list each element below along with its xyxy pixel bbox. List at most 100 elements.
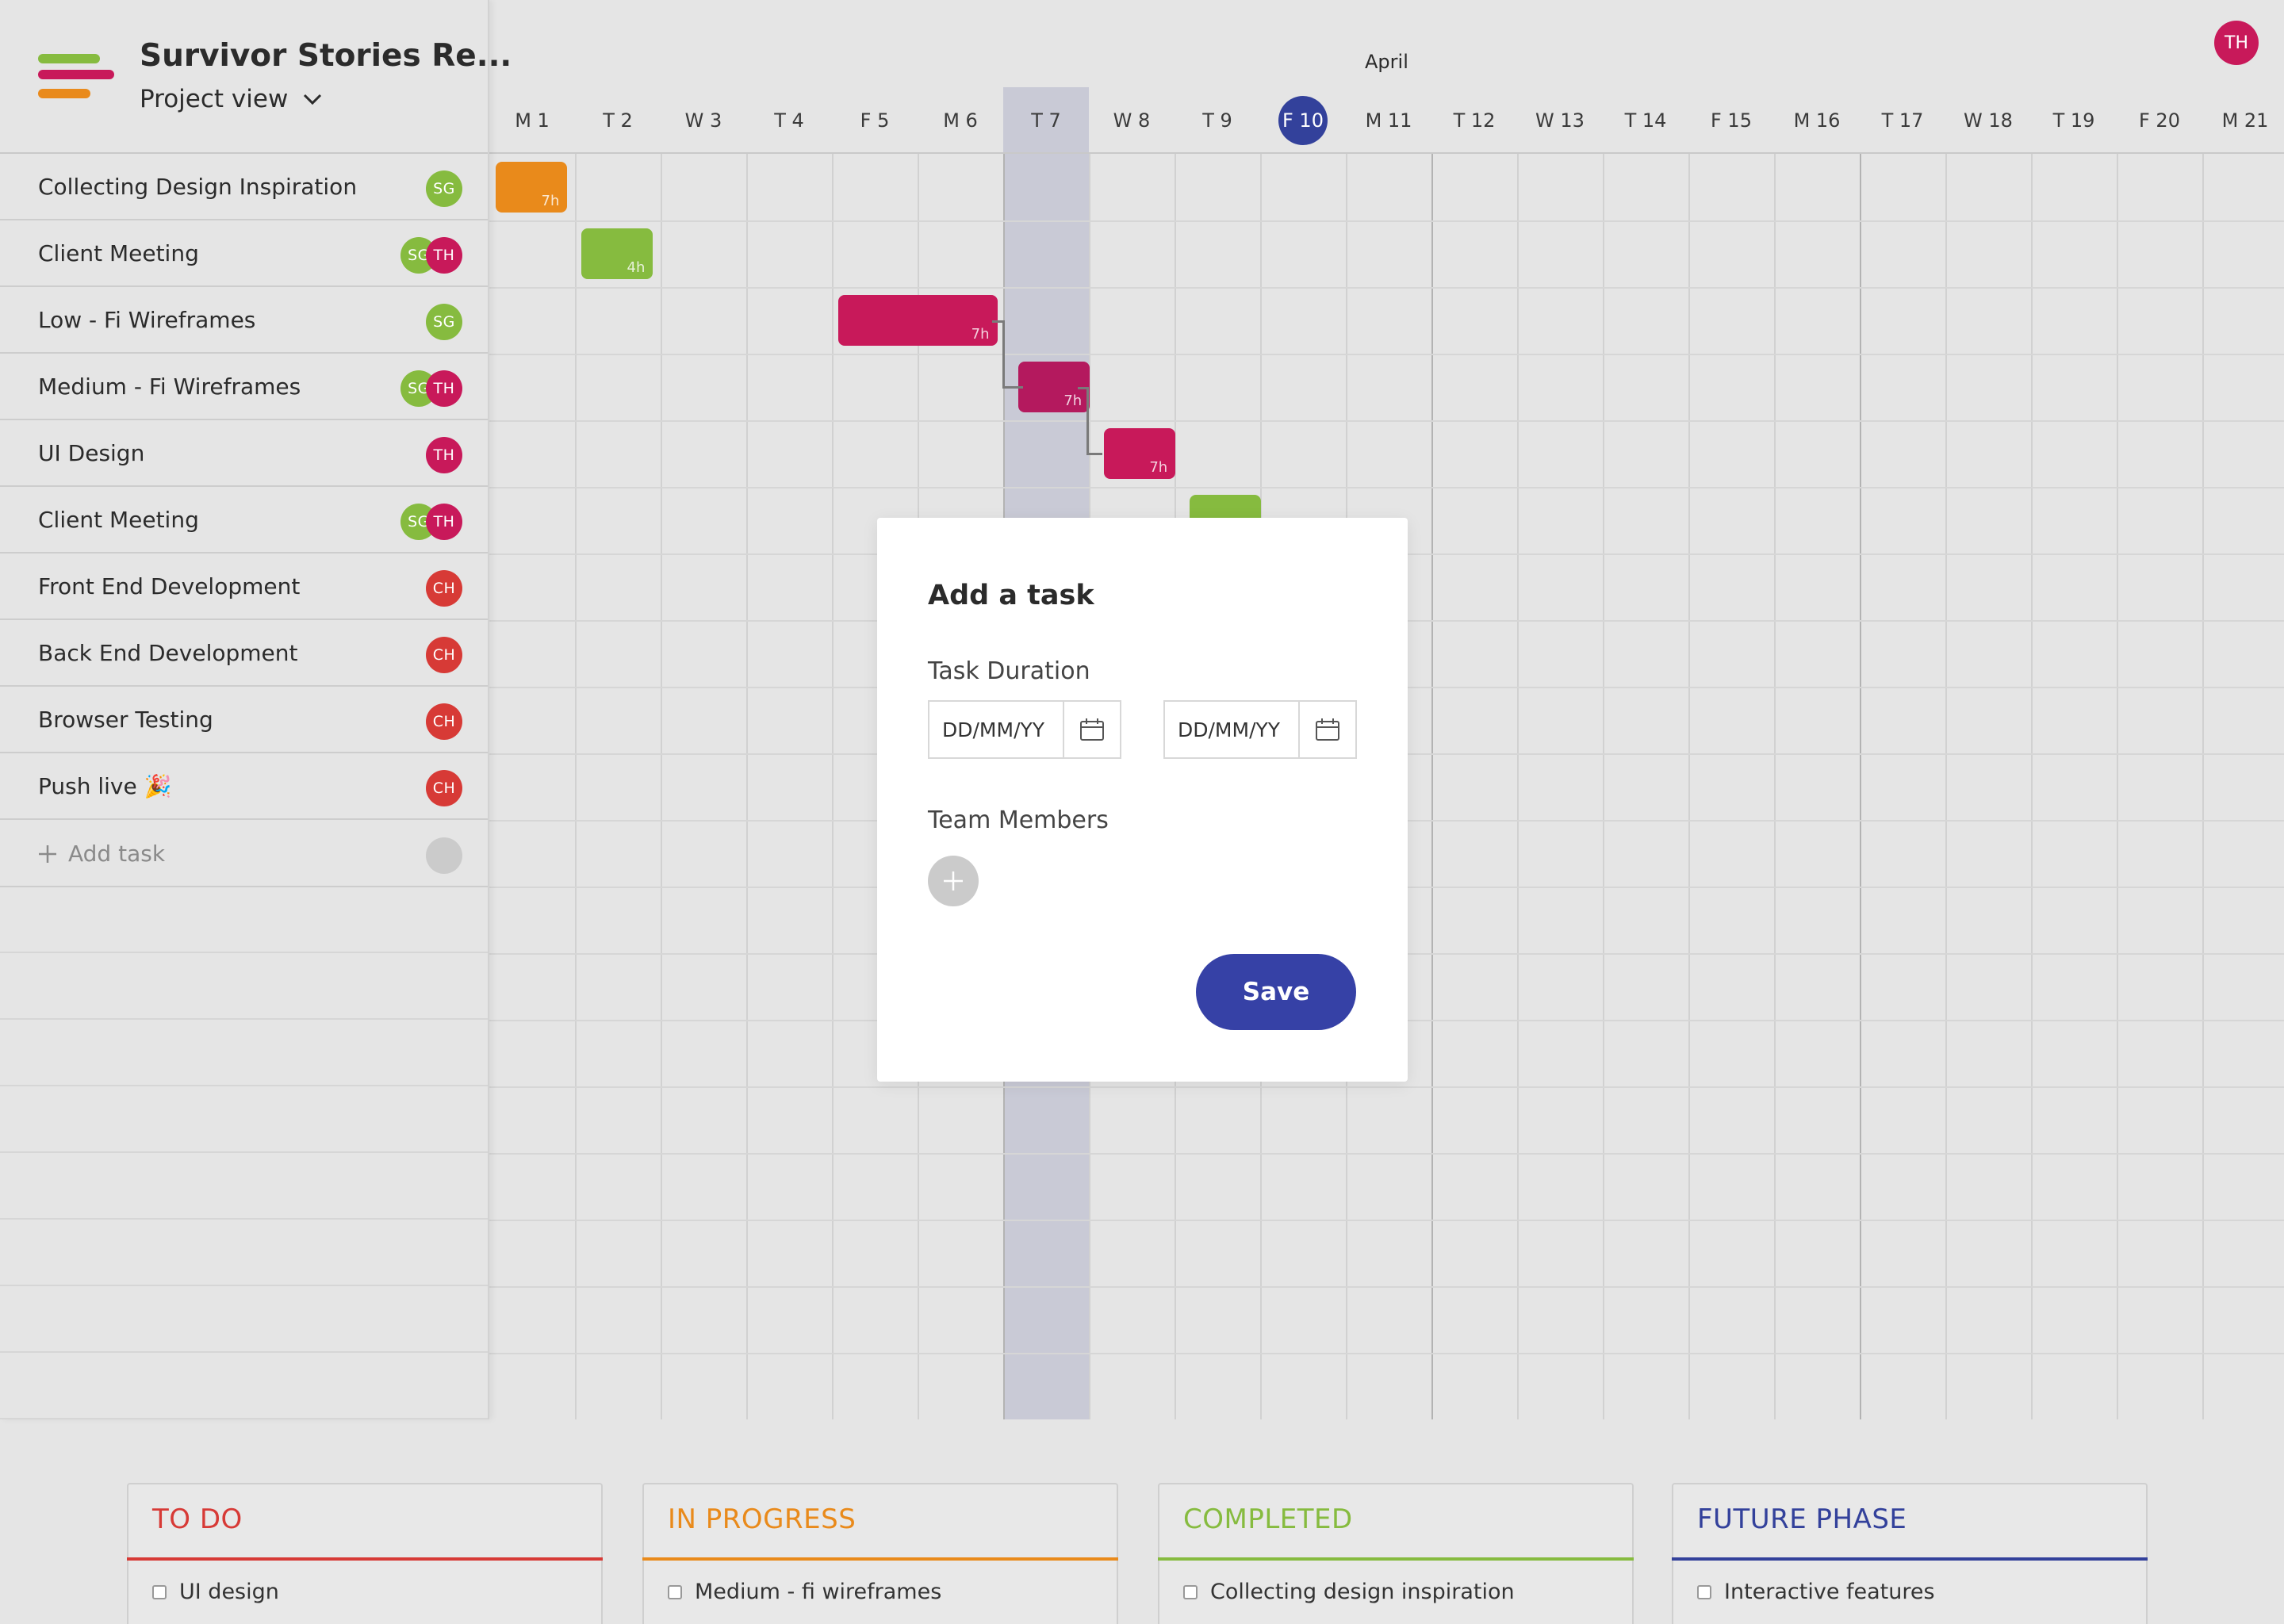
project-view-dropdown[interactable]: Project view: [140, 85, 323, 113]
end-date-calendar-button[interactable]: [1298, 702, 1355, 757]
save-button[interactable]: Save: [1196, 954, 1356, 1030]
task-bar[interactable]: 7h: [496, 162, 568, 213]
day-label[interactable]: F 20: [2117, 87, 2202, 154]
assignee-avatar[interactable]: TH: [426, 504, 462, 540]
day-gridline: [575, 154, 577, 1419]
project-view-label: Project view: [140, 85, 289, 113]
task-row[interactable]: Push live 🎉 CH: [0, 753, 488, 820]
task-sidebar: Survivor Stories Re... Project view Coll…: [0, 0, 512, 1419]
add-task-button[interactable]: Add task: [38, 821, 165, 887]
project-header: Survivor Stories Re... Project view: [0, 0, 512, 154]
task-row[interactable]: Low - Fi Wireframes SG: [0, 287, 488, 354]
board-item[interactable]: Interactive features: [1697, 1580, 1935, 1604]
task-bar[interactable]: 7h: [1103, 428, 1176, 479]
board-item-label: UI design: [179, 1580, 279, 1604]
modal-title: Add a task: [928, 580, 1094, 611]
task-assignees: TH: [426, 437, 462, 473]
assignee-avatar[interactable]: CH: [426, 703, 462, 740]
item-checkbox[interactable]: [152, 1584, 167, 1599]
column-title: COMPLETED: [1183, 1503, 1353, 1535]
day-label[interactable]: W 13: [1517, 87, 1603, 154]
task-row[interactable]: Browser Testing CH: [0, 687, 488, 753]
board-item[interactable]: Collecting design inspiration: [1183, 1580, 1515, 1604]
task-assignees: CH: [426, 770, 462, 806]
assignee-placeholder[interactable]: [426, 837, 462, 874]
task-row[interactable]: Client Meeting TH SG: [0, 220, 488, 287]
task-name: Front End Development: [38, 573, 301, 599]
user-avatar[interactable]: TH: [2214, 21, 2259, 65]
board-item[interactable]: UI design: [152, 1580, 279, 1604]
task-row[interactable]: Collecting Design Inspiration SG: [0, 154, 488, 220]
empty-row: [0, 1353, 488, 1419]
day-header: M 1T 2W 3T 4F 5M 6T 7W 8T 9F 10 M 11 T 12 W…: [489, 87, 2284, 154]
day-label[interactable]: T 7: [1003, 87, 1089, 154]
assignee-avatar[interactable]: CH: [426, 570, 462, 607]
day-label[interactable]: M 21: [2202, 87, 2284, 154]
end-date-input[interactable]: [1165, 702, 1298, 757]
dependency-connector: [1078, 387, 1089, 455]
row-line: [489, 287, 2284, 289]
add-task-row[interactable]: Add task: [0, 821, 488, 887]
logo-bar-green: [38, 54, 100, 63]
task-bar-hours: 7h: [971, 326, 990, 343]
day-label-today[interactable]: F 10: [1260, 87, 1346, 154]
board-item-label: Interactive features: [1724, 1580, 1935, 1604]
column-divider: [1672, 1557, 2148, 1561]
day-label[interactable]: F 5: [832, 87, 918, 154]
start-date-field: [928, 700, 1121, 759]
day-gridline: [746, 154, 748, 1419]
task-row[interactable]: Front End Development CH: [0, 553, 488, 620]
task-bar[interactable]: 4h: [581, 228, 653, 279]
day-label[interactable]: T 19: [2031, 87, 2117, 154]
day-label[interactable]: W 18: [1945, 87, 2031, 154]
day-gridline: [1688, 154, 1690, 1419]
day-label[interactable]: T 2: [575, 87, 661, 154]
board-item[interactable]: Medium - fi wireframes: [668, 1580, 941, 1604]
day-label[interactable]: T 12: [1431, 87, 1517, 154]
day-label[interactable]: T 14: [1603, 87, 1688, 154]
column-title: TO DO: [152, 1503, 243, 1535]
day-label[interactable]: T 17: [1860, 87, 1945, 154]
row-line: [489, 420, 2284, 422]
row-line: [489, 220, 2284, 222]
empty-row: [0, 1286, 488, 1353]
task-bar[interactable]: 7h: [838, 295, 998, 346]
day-label[interactable]: W 3: [661, 87, 746, 154]
day-label[interactable]: M 1: [489, 87, 575, 154]
day-label[interactable]: F 15: [1688, 87, 1774, 154]
row-line: [489, 1086, 2284, 1088]
task-row[interactable]: Back End Development CH: [0, 620, 488, 687]
day-gridline: [1431, 154, 1433, 1419]
item-checkbox[interactable]: [1183, 1584, 1198, 1599]
day-label[interactable]: W 8: [1089, 87, 1175, 154]
task-row[interactable]: UI Design TH: [0, 420, 488, 487]
day-label[interactable]: M 16: [1774, 87, 1860, 154]
item-checkbox[interactable]: [1697, 1584, 1711, 1599]
assignee-avatar[interactable]: TH: [426, 437, 462, 473]
assignee-avatar[interactable]: SG: [426, 170, 462, 207]
kanban-board: TO DO UI design IN PROGRESS Medium - fi wir…: [0, 1419, 2284, 1624]
row-line: [489, 1153, 2284, 1155]
day-label[interactable]: M 6: [918, 87, 1003, 154]
assignee-avatar[interactable]: SG: [426, 304, 462, 340]
day-label[interactable]: M 11: [1346, 87, 1431, 154]
month-label: April: [1365, 51, 1408, 73]
assignee-avatar[interactable]: CH: [426, 770, 462, 806]
start-date-input[interactable]: [929, 702, 1063, 757]
task-row[interactable]: Medium - Fi Wireframes TH SG: [0, 354, 488, 420]
task-bar-hours: 4h: [627, 259, 646, 276]
assignee-avatar[interactable]: TH: [426, 237, 462, 274]
day-gridline: [1945, 154, 1947, 1419]
day-label[interactable]: T 4: [746, 87, 832, 154]
day-label[interactable]: T 9: [1175, 87, 1260, 154]
assignee-avatar[interactable]: CH: [426, 637, 462, 673]
item-checkbox[interactable]: [668, 1584, 682, 1599]
assignee-avatar[interactable]: TH: [426, 370, 462, 407]
add-member-button[interactable]: [928, 856, 979, 906]
day-gridline: [832, 154, 834, 1419]
task-name: Back End Development: [38, 640, 298, 666]
task-row[interactable]: Client Meeting TH SG: [0, 487, 488, 553]
calendar-icon: [1316, 718, 1339, 741]
assignee-placeholder-container: [426, 837, 462, 874]
start-date-calendar-button[interactable]: [1063, 702, 1120, 757]
